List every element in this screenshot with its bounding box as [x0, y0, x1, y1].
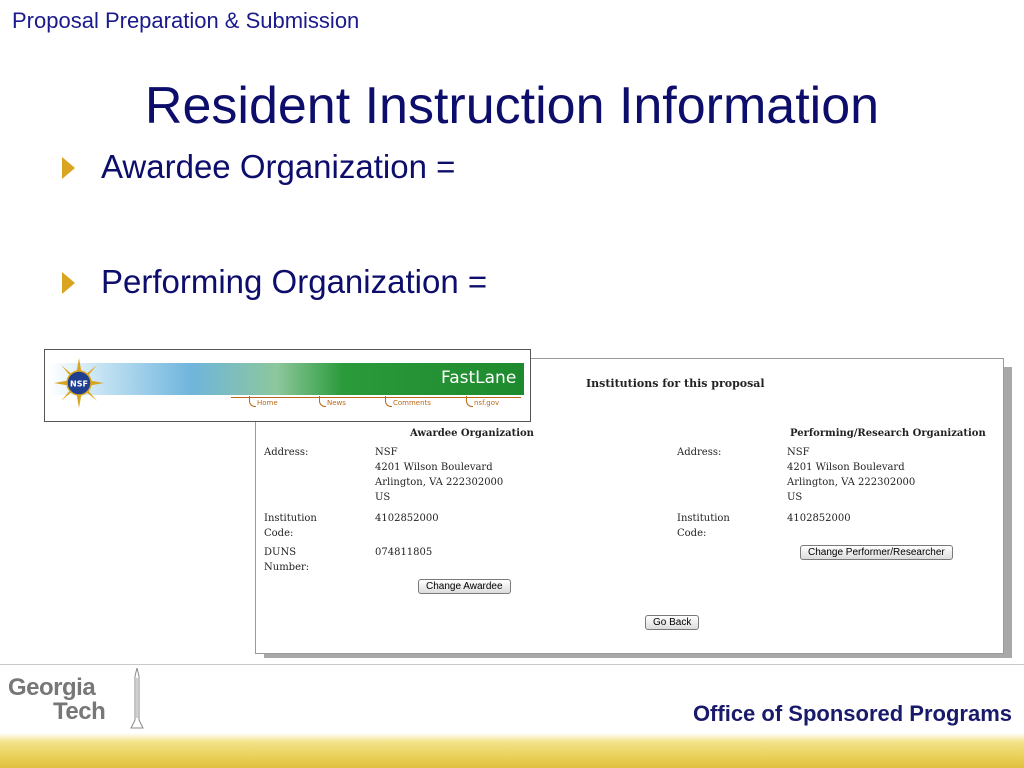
nav-news-link[interactable]: News [319, 396, 346, 407]
bullet-arrow-icon [62, 157, 75, 179]
nav-nsfgov-link[interactable]: nsf.gov [466, 396, 499, 407]
georgia-tech-logo: Georgia Tech [8, 674, 106, 725]
go-back-button[interactable]: Go Back [645, 615, 700, 630]
performing-address-line: Arlington, VA 222302000 [787, 477, 916, 488]
awardee-inst-code: 4102852000 [375, 513, 439, 524]
awardee-inst-code-label: Institution Code: [264, 513, 317, 539]
bullet-text: Performing Organization = [101, 263, 488, 300]
bullet-performing: Performing Organization = [62, 263, 487, 301]
performing-title: Performing/Research Organization [790, 428, 986, 439]
performing-inst-code: 4102852000 [787, 513, 851, 524]
awardee-duns-label: DUNS Number: [264, 547, 310, 573]
fastlane-brand: FastLane [441, 368, 517, 388]
slide: Proposal Preparation & Submission Reside… [0, 0, 1024, 768]
svg-text:NSF: NSF [70, 380, 88, 389]
performing-address-line: NSF [787, 447, 810, 458]
institutions-heading: Institutions for this proposal [586, 377, 765, 390]
awardee-address-label: Address: [264, 447, 309, 458]
awardee-address-line: NSF [375, 447, 398, 458]
performing-inst-code-label: Institution Code: [677, 513, 730, 539]
change-awardee-button[interactable]: Change Awardee [418, 579, 511, 594]
footer-divider [0, 664, 1024, 665]
section-header: Proposal Preparation & Submission [12, 8, 360, 33]
fastlane-banner: NSF FastLane Home News Comments nsf.gov [44, 349, 531, 422]
performing-address-line: US [787, 492, 803, 503]
awardee-duns: 074811805 [375, 547, 433, 558]
bullet-text: Awardee Organization = [101, 148, 456, 185]
awardee-address-line: Arlington, VA 222302000 [375, 477, 504, 488]
awardee-address-line: 4201 Wilson Boulevard [375, 462, 493, 473]
nav-comments-link[interactable]: Comments [385, 396, 431, 407]
performing-address-label: Address: [677, 447, 722, 458]
bullet-arrow-icon [62, 272, 75, 294]
awardee-title: Awardee Organization [410, 428, 534, 439]
performing-address-line: 4201 Wilson Boulevard [787, 462, 905, 473]
nsf-logo-icon: NSF [54, 358, 104, 408]
footer-org-name: Office of Sponsored Programs [692, 701, 1012, 726]
slide-title: Resident Instruction Information [144, 77, 880, 135]
tech-tower-icon [130, 668, 144, 729]
bullet-awardee: Awardee Organization = [62, 148, 455, 186]
nav-home-link[interactable]: Home [249, 396, 278, 407]
change-performer-button[interactable]: Change Performer/Researcher [800, 545, 953, 560]
footer-band [0, 733, 1024, 768]
awardee-address-line: US [375, 492, 391, 503]
